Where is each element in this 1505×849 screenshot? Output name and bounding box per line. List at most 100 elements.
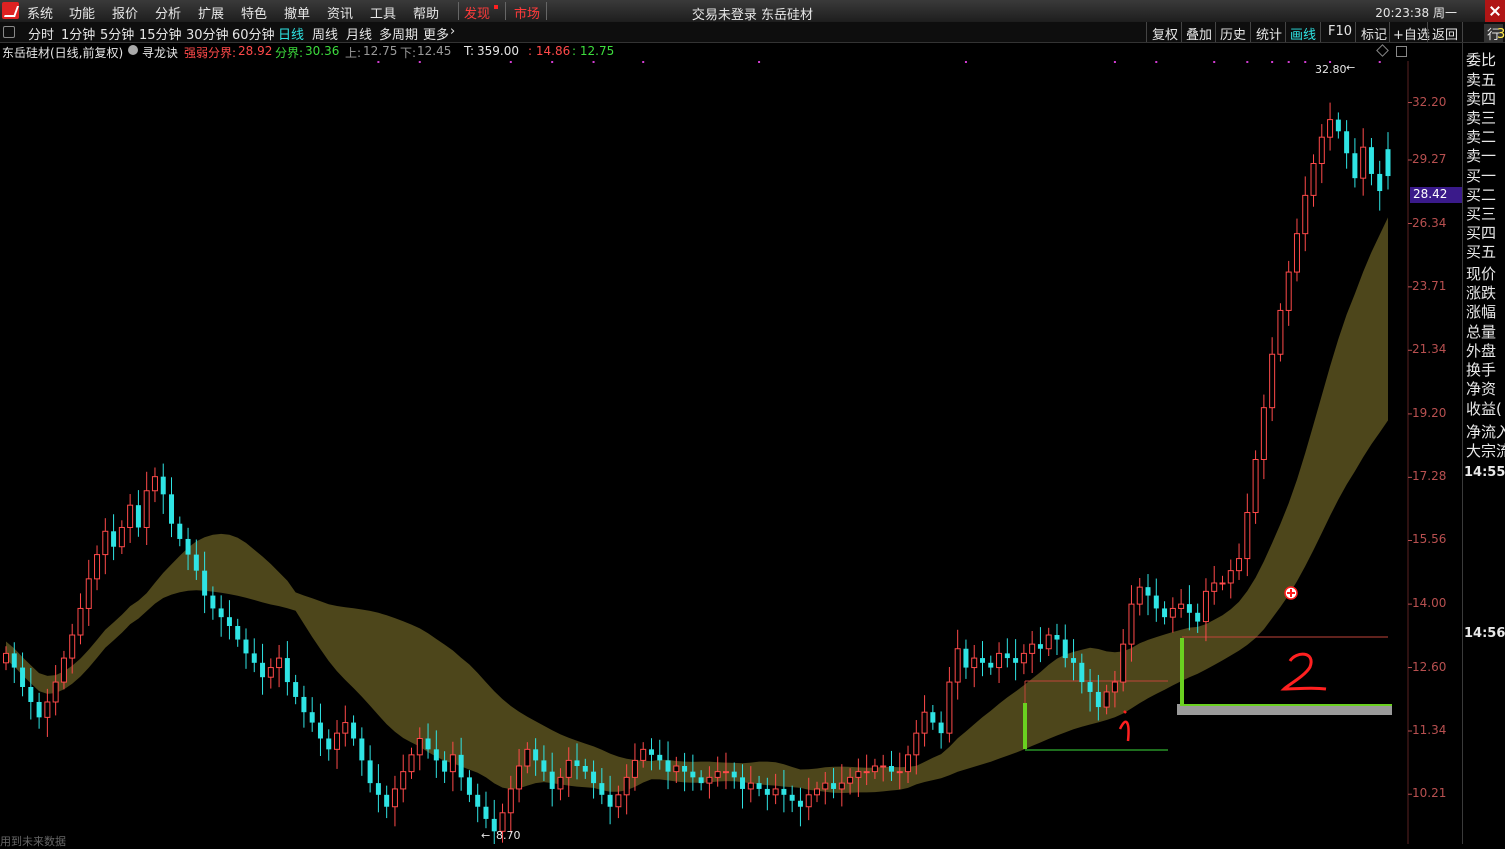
tab-period-more[interactable]: 更多: [423, 24, 449, 43]
panel-toggle-icon[interactable]: [1396, 46, 1407, 57]
price-axis-label: 14.00: [1412, 596, 1447, 611]
signal-dot: [1271, 61, 1274, 63]
candle-body: [1202, 590, 1209, 623]
clock: 20:23:38 周一: [1375, 6, 1457, 20]
chevron-right-icon[interactable]: ›: [450, 24, 455, 39]
panel-label: 净资: [1466, 380, 1497, 398]
candle-body: [988, 662, 994, 668]
candlestick-chart[interactable]: 32.80 ← ← 8.70: [0, 61, 1462, 844]
button-mark[interactable]: 标记: [1361, 24, 1387, 43]
candle-body: [1054, 635, 1060, 640]
candle-body: [805, 794, 812, 808]
candle-body: [1285, 271, 1292, 311]
signal-dot: [418, 61, 421, 63]
chart-background: [0, 61, 1462, 844]
lower-label: 下:: [400, 46, 417, 60]
candle-body: [218, 608, 224, 618]
candle-body: [1013, 658, 1019, 663]
menu-bar: 系统 功能 报价 分析 扩展 特色 撤单 资讯 工具 帮助 发现 市场 交易未登…: [0, 0, 1505, 23]
button-statistics[interactable]: 统计: [1256, 24, 1282, 43]
candle-body: [764, 788, 770, 795]
candle-body: [251, 653, 257, 663]
high-arrow-icon: ←: [1346, 61, 1355, 74]
candle-body: [888, 765, 894, 772]
toolbar-divider: [1389, 22, 1390, 42]
indicator-name[interactable]: 寻龙诀: [142, 44, 178, 61]
candle-body: [1128, 603, 1135, 645]
t-value: 359.00: [477, 44, 519, 58]
diamond-icon[interactable]: [1376, 44, 1389, 57]
candle-body: [996, 652, 1003, 669]
candle-body: [3, 652, 9, 664]
price-axis-label: 26.34: [1412, 215, 1447, 230]
tab-period-daily[interactable]: 日线: [278, 24, 304, 43]
candle-body: [52, 681, 59, 703]
indicator-info-bar: 东岳硅材(日线,前复权) 寻龙诀 强弱分界: 28.92 分界: 30.36 上…: [0, 43, 1460, 61]
candle-body: [913, 732, 920, 756]
box2-green-bar[interactable]: [1180, 638, 1184, 704]
candle-body: [582, 765, 588, 772]
candle-body: [135, 505, 141, 528]
tab-period-multi[interactable]: 多周期: [379, 24, 418, 43]
panel-label: 大宗流: [1466, 442, 1505, 460]
divide-label: 分界:: [275, 46, 304, 60]
panel-label: 涨幅: [1466, 303, 1497, 321]
box2-green-top[interactable]: [1180, 704, 1392, 706]
candle-body: [1162, 608, 1168, 618]
candle-body: [871, 765, 878, 773]
tab-period-5min[interactable]: 5分钟: [100, 24, 134, 43]
indicator-dropdown-icon[interactable]: [128, 45, 138, 55]
close-button[interactable]: [1485, 0, 1505, 22]
button-add-watchlist[interactable]: +自选: [1393, 24, 1430, 43]
candle-body: [1145, 587, 1151, 596]
candle-body: [1377, 173, 1383, 192]
tab-period-15min[interactable]: 15分钟: [139, 24, 182, 43]
button-restore-rights[interactable]: 复权: [1152, 24, 1178, 43]
tab-period-intraday[interactable]: 分时: [28, 24, 54, 43]
panel-label: 卖二: [1466, 128, 1497, 146]
tab-period-30min[interactable]: 30分钟: [186, 24, 229, 43]
button-overlay[interactable]: 叠加: [1186, 24, 1212, 43]
tab-period-weekly[interactable]: 周线: [312, 24, 338, 43]
candle[interactable]: [1277, 303, 1284, 362]
signal-dot: [1378, 61, 1381, 63]
price-axis-label: 10.21: [1412, 786, 1447, 801]
panel-label: 卖五: [1466, 71, 1497, 89]
candle-body: [557, 776, 564, 790]
candle-body: [1302, 194, 1309, 235]
signal-dot: [592, 61, 595, 63]
panel-label: 委比: [1466, 51, 1497, 69]
quote-side-panel: 委比 卖五 卖四 卖三 卖二 卖一 买一 买二 买三 买四 买五 现价 涨跌 涨幅 总量 外盘 换手 净资 收益(净…: [1462, 27, 1505, 844]
toolbar-divider: [1250, 22, 1251, 42]
signal-dot: [1287, 61, 1290, 63]
toolbar-toggle-icon[interactable]: [3, 26, 15, 38]
signal-dot: [1155, 61, 1158, 63]
candle-body: [351, 722, 357, 739]
tab-period-60min[interactable]: 60分钟: [232, 24, 275, 43]
candle[interactable]: [1252, 450, 1259, 524]
candle-body: [1037, 644, 1043, 649]
candle-body: [425, 738, 431, 750]
button-history[interactable]: 历史: [1220, 24, 1246, 43]
toolbar-divider: [1285, 22, 1286, 42]
candle-body: [673, 765, 680, 773]
candle-body: [781, 788, 787, 795]
candle-body: [169, 494, 175, 524]
tab-period-monthly[interactable]: 月线: [346, 24, 372, 43]
tab-period-1min[interactable]: 1分钟: [61, 24, 95, 43]
current-price-tag: 28.42: [1410, 187, 1465, 203]
button-f10[interactable]: F10: [1328, 24, 1352, 39]
button-draw-line[interactable]: 画线: [1290, 24, 1316, 43]
button-back[interactable]: 返回: [1432, 24, 1458, 43]
candle-body: [896, 771, 903, 774]
candle-body: [938, 722, 944, 734]
tick-time-1: 14:55: [1464, 465, 1505, 480]
candle-body: [747, 782, 754, 790]
candle-body: [1136, 586, 1143, 605]
box1-green-bar[interactable]: [1023, 703, 1027, 749]
candle-body: [293, 682, 299, 697]
candle-body: [615, 794, 622, 808]
candle-body: [524, 748, 531, 767]
candle-body: [375, 783, 381, 795]
candle-body: [1153, 595, 1159, 609]
